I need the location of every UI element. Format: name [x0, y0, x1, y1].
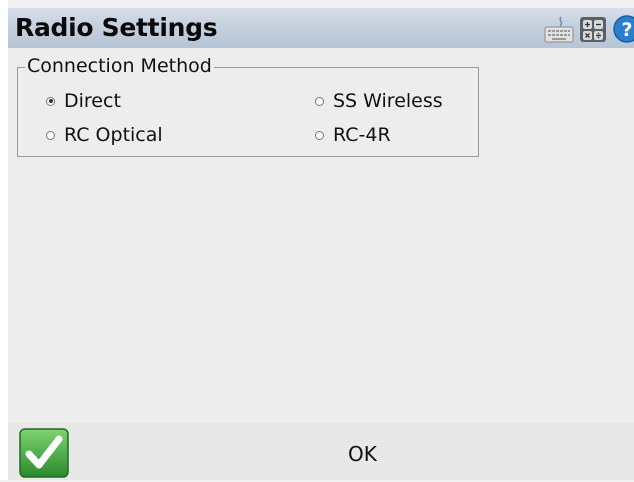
radio-button[interactable]	[315, 130, 324, 140]
radio-button[interactable]	[315, 96, 324, 106]
svg-text:?: ?	[621, 19, 632, 41]
radio-label-ss-wireless: SS Wireless	[333, 90, 443, 112]
keyboard-icon[interactable]	[544, 14, 574, 44]
calculator-icon[interactable]	[578, 14, 608, 44]
checkmark-icon	[19, 428, 69, 478]
radio-button-selected[interactable]	[46, 96, 55, 106]
content-area: Connection Method Direct SS Wireless RC …	[8, 48, 634, 422]
footer-bar: OK	[8, 422, 634, 480]
radio-rc-optical[interactable]: RC Optical	[46, 124, 163, 146]
radio-ss-wireless[interactable]: SS Wireless	[315, 90, 443, 112]
radio-rc-4r[interactable]: RC-4R	[315, 124, 391, 146]
ok-button[interactable]	[19, 428, 69, 478]
radio-label-rc-optical: RC Optical	[64, 124, 163, 146]
group-label: Connection Method	[25, 55, 214, 77]
radio-direct[interactable]: Direct	[46, 90, 121, 112]
page-title: Radio Settings	[15, 13, 218, 42]
title-bar: Radio Settings ?	[8, 8, 634, 48]
connection-method-group: Connection Method Direct SS Wireless RC …	[17, 55, 479, 157]
radio-label-rc-4r: RC-4R	[333, 124, 391, 146]
help-icon[interactable]: ?	[612, 14, 634, 44]
window-left-edge	[0, 0, 8, 480]
radio-label-direct: Direct	[64, 90, 121, 112]
radio-button[interactable]	[46, 130, 55, 140]
ok-label[interactable]: OK	[348, 442, 377, 466]
